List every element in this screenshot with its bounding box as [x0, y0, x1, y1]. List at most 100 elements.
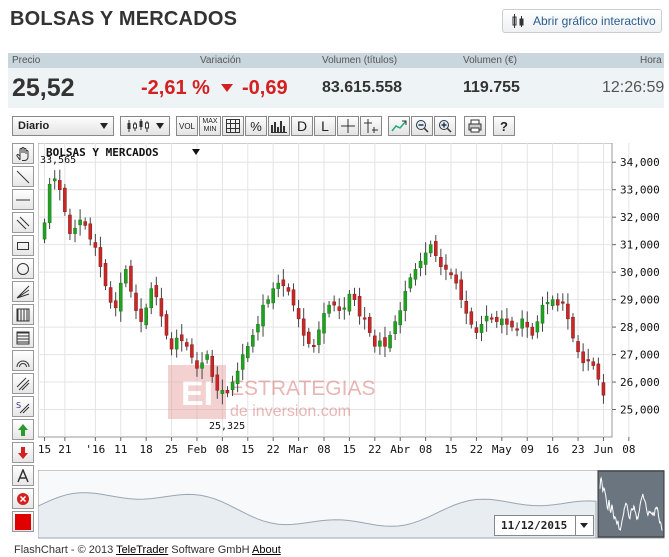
sell-signal-tool-button[interactable]	[12, 442, 34, 463]
candle-down	[530, 326, 535, 336]
fibonacci-time-tool-button[interactable]	[12, 304, 34, 325]
candle-up	[256, 324, 260, 333]
diagonal-lines-icon	[16, 377, 30, 390]
channel-tool-button[interactable]	[12, 212, 34, 233]
x-tick-label: Jun	[594, 443, 614, 456]
candle-down	[469, 311, 474, 325]
volume-titles-value: 83.615.558	[322, 79, 403, 96]
candle-up	[271, 288, 275, 304]
text-tool-button[interactable]	[12, 465, 34, 486]
zoom-out-button[interactable]	[411, 116, 433, 136]
open-interactive-chart-button[interactable]: Abrir gráfico interactivo	[502, 9, 662, 33]
candle-up	[408, 277, 413, 289]
candle-up	[149, 288, 154, 309]
candle-up	[73, 227, 77, 234]
volume-eur-value: 119.755	[463, 79, 520, 96]
price-chart[interactable]: EI ESTRATEGIAS de inversion.com BOLSAS Y…	[38, 143, 668, 465]
d-button[interactable]: D	[291, 116, 313, 136]
volume-toggle-button[interactable]: VOL	[176, 116, 198, 136]
open-interactive-chart-label: Abrir gráfico interactivo	[533, 14, 656, 28]
candle-down	[373, 335, 377, 347]
grid-icon	[226, 119, 240, 133]
candle-up	[388, 335, 392, 349]
low-label: 25,325	[209, 421, 245, 432]
arc-tool-button[interactable]	[12, 350, 34, 371]
price-header: Precio	[12, 55, 41, 66]
navigator-date-value: 11/12/2015	[501, 519, 568, 532]
speed-lines-tool-button[interactable]: S	[12, 396, 34, 417]
chart-type-select[interactable]	[120, 116, 170, 136]
zoom-area-button[interactable]	[388, 116, 410, 136]
candle-down	[215, 374, 220, 391]
parallel-lines-tool-button[interactable]	[12, 373, 34, 394]
l-button[interactable]: L	[314, 116, 336, 136]
candle-down	[296, 308, 301, 320]
candle-up	[428, 244, 433, 254]
candle-down	[210, 355, 214, 377]
chevron-down-icon	[580, 523, 589, 528]
zoom-in-button[interactable]	[434, 116, 456, 136]
print-button[interactable]	[464, 116, 486, 136]
candle-down	[515, 328, 519, 331]
candle-down	[505, 318, 509, 325]
horizontal-lines-icon	[16, 331, 30, 344]
crosshair-button[interactable]	[337, 116, 359, 136]
navigator-date-select[interactable]: 11/12/2015	[494, 515, 594, 536]
candle-up	[240, 354, 245, 370]
crosshair-icon	[341, 119, 355, 133]
volume-bars-button[interactable]	[268, 116, 290, 136]
quote-values-row: 25,52 -2,61 % -0,69 83.615.558 119.755 1…	[8, 68, 664, 108]
candle-down	[586, 359, 590, 362]
grid-toggle-button[interactable]	[222, 116, 244, 136]
trendline-tool-button[interactable]	[12, 166, 34, 187]
candle-up	[276, 282, 281, 289]
fibonacci-retracement-tool-button[interactable]	[12, 327, 34, 348]
y-axis: 25,000 26,000 27,000 28,000 29,000 30,000 31,0…	[612, 156, 660, 417]
hand-icon	[16, 146, 29, 161]
candle-up	[246, 346, 250, 359]
candle-down	[494, 316, 499, 322]
change-pct-value: -2,61 %	[141, 77, 210, 99]
navigator-selection-window[interactable]	[597, 470, 665, 538]
y-tick-label: 27,000	[620, 349, 660, 362]
measure-button[interactable]	[360, 116, 382, 136]
candle-up	[52, 178, 57, 182]
x-tick-label: 09	[521, 443, 534, 456]
candle-down	[301, 318, 306, 336]
date-dropdown-button[interactable]	[574, 516, 593, 535]
text-a-icon	[17, 468, 29, 482]
candle-up	[540, 304, 545, 324]
color-picker-button[interactable]	[12, 511, 34, 532]
about-link[interactable]: About	[252, 544, 281, 556]
bar-chart-icon	[271, 121, 287, 133]
hand-tool-button[interactable]	[12, 143, 34, 164]
change-header: Variación	[200, 55, 241, 66]
candle-down	[383, 337, 387, 347]
candle-up	[550, 299, 555, 306]
candle-down	[555, 299, 560, 306]
candle-down	[464, 301, 469, 314]
time-header: Hora	[640, 55, 662, 66]
rectangle-tool-button[interactable]	[12, 235, 34, 256]
candle-down	[164, 314, 169, 336]
candle-down	[357, 296, 362, 317]
candle-up	[322, 313, 326, 334]
fan-tool-button[interactable]	[12, 281, 34, 302]
x-tick-label: 15	[444, 443, 457, 456]
percent-scale-button[interactable]: %	[245, 116, 267, 136]
teletrader-link[interactable]: TeleTrader	[116, 544, 168, 556]
candle-down	[159, 298, 164, 317]
candle-down	[286, 287, 291, 292]
candle-down	[108, 287, 113, 303]
period-select[interactable]: Diario	[12, 116, 114, 136]
buy-signal-tool-button[interactable]	[12, 419, 34, 440]
delete-drawings-button[interactable]	[12, 488, 34, 509]
candle-down	[454, 274, 458, 284]
max-min-toggle-button[interactable]: MAX MIN	[199, 116, 221, 136]
delete-icon	[17, 492, 29, 505]
help-button[interactable]: ?	[493, 116, 515, 136]
horizontal-line-tool-button[interactable]	[12, 189, 34, 210]
candle-down	[337, 306, 342, 311]
ellipse-tool-button[interactable]	[12, 258, 34, 279]
chevron-down-icon	[156, 123, 164, 129]
